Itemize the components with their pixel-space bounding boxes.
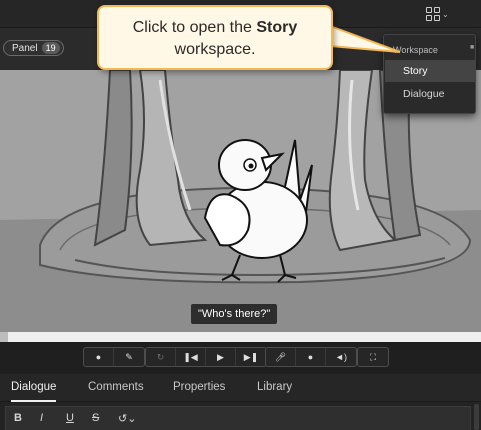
tutorial-callout: Click to open the Story workspace. (97, 5, 333, 70)
callout-text: Click to open the Story workspace. (132, 19, 298, 58)
